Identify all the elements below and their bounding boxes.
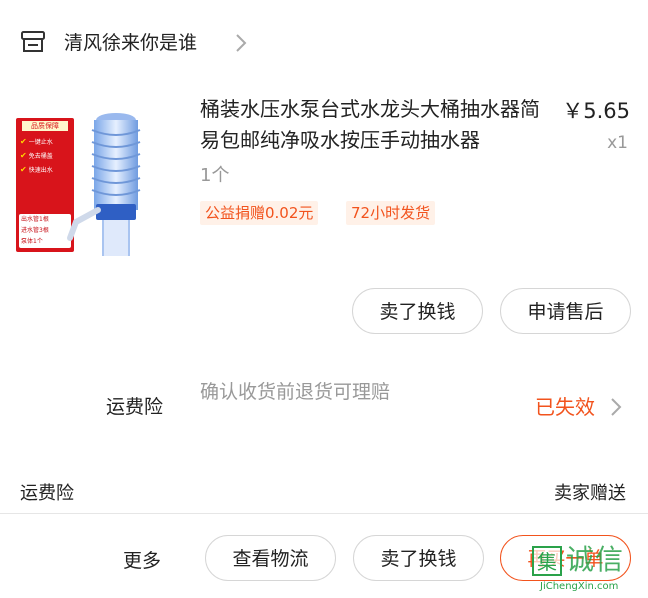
- watermark-logo: 集: [532, 546, 562, 576]
- product-title[interactable]: 桶装水压水泵台式水龙头大桶抽水器简易包邮纯净吸水按压手动抽水器: [200, 94, 546, 156]
- sticker-line: 一键止水: [28, 139, 53, 146]
- store-name[interactable]: 清风徐来你是谁: [64, 28, 197, 58]
- view-logistics-button[interactable]: 查看物流: [205, 535, 336, 581]
- divider: [0, 513, 648, 514]
- sell-button-bottom[interactable]: 卖了换钱: [353, 535, 484, 581]
- sell-button[interactable]: 卖了换钱: [352, 288, 483, 334]
- water-pump-illustration: [67, 113, 141, 256]
- watermark-text: 诚信: [566, 543, 625, 576]
- insurance-status[interactable]: 已失效: [535, 392, 595, 422]
- product-quantity: x1: [607, 133, 628, 153]
- chevron-right-icon[interactable]: [610, 396, 622, 418]
- insurance-label: 运费险: [106, 396, 164, 418]
- charity-tag: 公益捐赠0.02元: [200, 201, 319, 225]
- store-icon: [21, 31, 45, 52]
- product-image[interactable]: 品质保障 ✔ 一键止水 ✔ 免去桶盖 ✔ 快速出水 出水管1根 进水管3根 泵体1个: [14, 92, 150, 256]
- sticker-line: 快速出水: [28, 167, 53, 174]
- shipping-insurance-fee-label: 运费险: [20, 483, 74, 504]
- product-spec: 1个: [200, 165, 230, 186]
- sticker-line: 免去桶盖: [28, 153, 53, 160]
- more-button[interactable]: 更多: [123, 546, 161, 576]
- after-sale-button[interactable]: 申请售后: [500, 288, 631, 334]
- product-price: ￥5.65: [562, 99, 630, 123]
- shipping-tag: 72小时发货: [346, 201, 436, 225]
- shipping-insurance-fee-value: 卖家赠送: [554, 483, 626, 504]
- watermark-url: JiChengXin.com: [540, 581, 619, 592]
- insurance-description: 确认收货前退货可理赔: [200, 381, 391, 403]
- chevron-right-icon[interactable]: [234, 31, 248, 55]
- sticker-title: 品质保障: [22, 121, 68, 131]
